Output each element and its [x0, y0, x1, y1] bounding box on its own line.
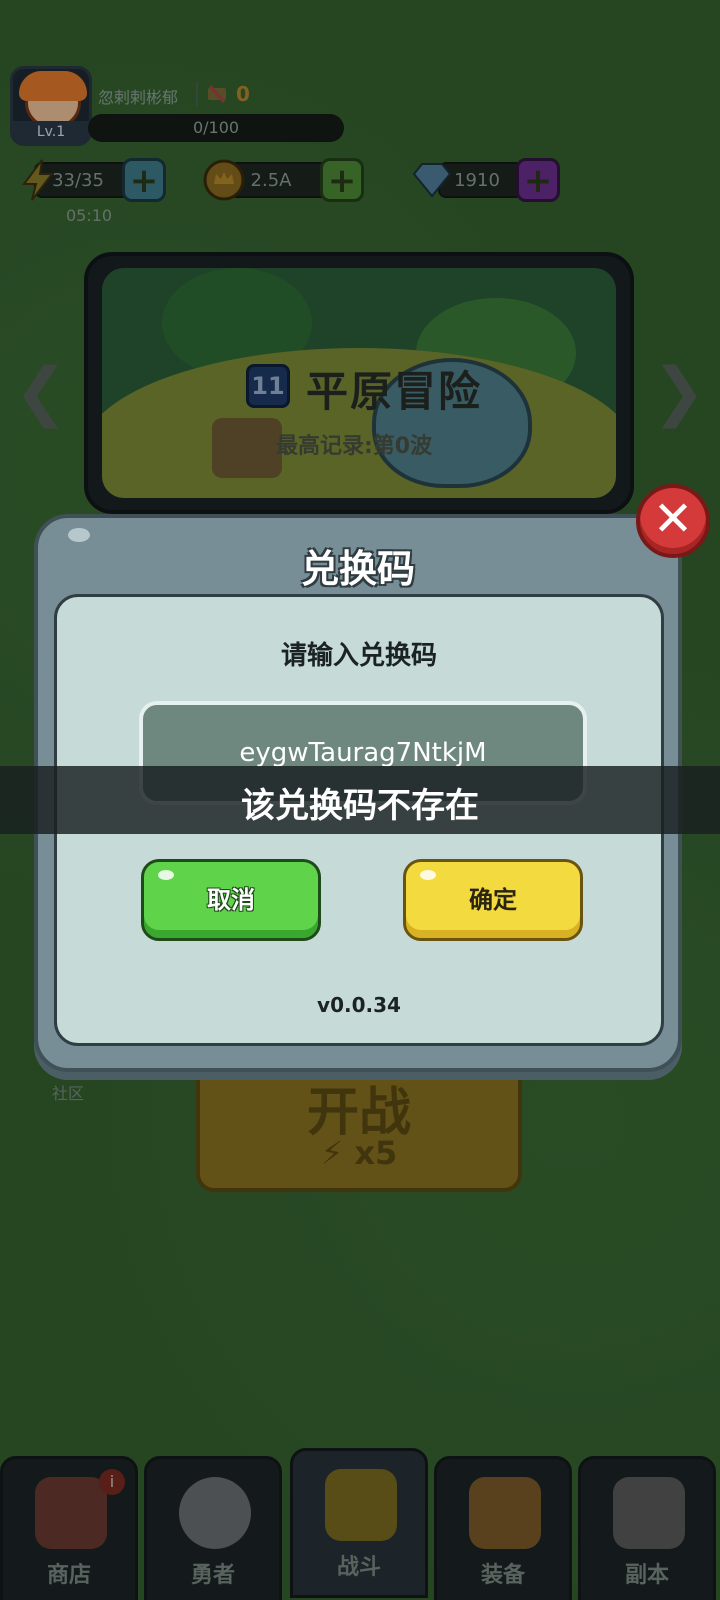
close-icon[interactable]: ✕	[636, 484, 710, 558]
toast-banner: 该兑换码不存在	[0, 766, 720, 834]
dialog-prompt: 请输入兑换码	[280, 641, 437, 671]
confirm-label: 确定	[469, 886, 517, 914]
confirm-button[interactable]: 确定	[403, 859, 583, 941]
toast-message: 该兑换码不存在	[241, 786, 479, 826]
cancel-button[interactable]: 取消	[141, 859, 321, 941]
button-shine	[158, 870, 174, 880]
cancel-label: 取消	[207, 886, 255, 914]
dialog-title: 兑换码	[300, 547, 415, 591]
version-text: v0.0.34	[317, 993, 401, 1017]
button-shine	[420, 870, 436, 880]
